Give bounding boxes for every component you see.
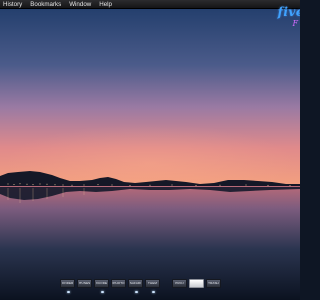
- dock-finder-button[interactable]: FINDER: [60, 279, 75, 293]
- dock-app-group: FINDER ITUNES XCODE IPHOTO SAFARI THEM: [60, 279, 160, 293]
- running-indicator-icon: [67, 291, 70, 293]
- dock-blank-button[interactable]: [189, 279, 204, 288]
- running-indicator-icon: [152, 291, 155, 293]
- dock-utility-group: PROJ TRASH: [172, 279, 221, 288]
- desktop-screen: History Bookmarks Window Help five F FIN…: [0, 0, 300, 300]
- menu-history[interactable]: History: [3, 0, 22, 9]
- dock-itunes-button[interactable]: ITUNES: [77, 279, 92, 288]
- dock-xcode-label: XCODE: [95, 282, 108, 285]
- dock-trash-label: TRASH: [208, 282, 219, 285]
- dock-bar: FINDER ITUNES XCODE IPHOTO SAFARI THEM P…: [60, 279, 240, 293]
- dock-finder-label: FINDER: [61, 282, 74, 285]
- dock-trash-button[interactable]: TRASH: [206, 279, 221, 288]
- menu-bar: History Bookmarks Window Help: [0, 0, 300, 9]
- running-indicator-icon: [101, 291, 104, 293]
- dock-project-button[interactable]: PROJ: [172, 279, 187, 288]
- dock-theme-label: THEM: [148, 282, 157, 285]
- menu-window[interactable]: Window: [69, 0, 91, 9]
- running-indicator-icon: [135, 291, 138, 293]
- brand-logo-main: five: [277, 5, 300, 19]
- brand-logo-sub: F: [292, 19, 298, 28]
- brand-logo: five F: [270, 6, 300, 40]
- dock-xcode-button[interactable]: XCODE: [94, 279, 109, 293]
- dock-itunes-label: ITUNES: [78, 282, 91, 285]
- menu-bookmarks[interactable]: Bookmarks: [30, 0, 61, 9]
- dock-project-label: PROJ: [175, 282, 184, 285]
- desktop-wallpaper: [0, 0, 300, 300]
- dock-theme-button[interactable]: THEM: [145, 279, 160, 293]
- dock-iphoto-button[interactable]: IPHOTO: [111, 279, 126, 288]
- dock-safari-label: SAFARI: [129, 282, 142, 285]
- dock-safari-button[interactable]: SAFARI: [128, 279, 143, 293]
- menu-help[interactable]: Help: [99, 0, 112, 9]
- dock-iphoto-label: IPHOTO: [112, 282, 125, 285]
